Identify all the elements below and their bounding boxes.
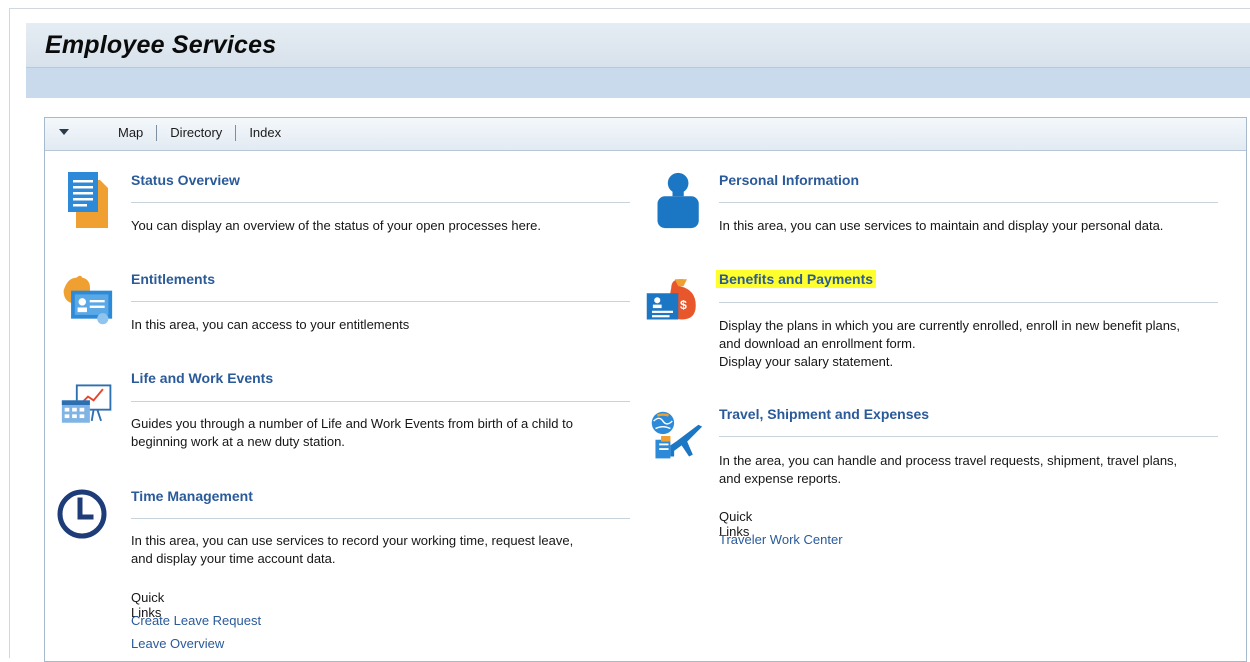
certificate-icon — [63, 275, 113, 325]
collapse-triangle-icon[interactable] — [59, 129, 69, 135]
life-work-events-description-line2: beginning work at a new duty station. — [131, 434, 345, 449]
travel-description-line2: and expense reports. — [719, 471, 842, 486]
calendar-chart-icon — [61, 384, 112, 423]
status-overview-description: You can display an overview of the statu… — [131, 218, 541, 233]
person-icon — [657, 172, 699, 229]
status-overview-link[interactable]: Status Overview — [131, 172, 240, 188]
divider — [131, 401, 630, 402]
tab-directory[interactable]: Directory — [157, 125, 237, 141]
tab-map[interactable]: Map — [118, 125, 158, 141]
clock-icon — [57, 489, 107, 539]
header-band — [26, 68, 1250, 98]
entitlements-description: In this area, you can access to your ent… — [131, 317, 410, 332]
personal-information-description: In this area, you can use services to ma… — [719, 218, 1164, 233]
services-panel: Map Directory Index — [44, 117, 1247, 662]
life-work-events-link[interactable]: Life and Work Events — [131, 370, 273, 386]
divider — [719, 202, 1218, 203]
travel-link[interactable]: Travel, Shipment and Expenses — [719, 406, 929, 422]
life-work-events-description-line1: Guides you through a number of Life and … — [131, 416, 573, 431]
benefits-payments-link[interactable]: Benefits and Payments — [716, 270, 877, 288]
create-leave-request-link[interactable]: Create Leave Request — [131, 613, 261, 628]
leave-overview-link[interactable]: Leave Overview — [131, 636, 224, 651]
time-management-description-line1: In this area, you can use services to re… — [131, 533, 574, 548]
divider — [131, 518, 630, 519]
entitlements-link[interactable]: Entitlements — [131, 271, 215, 287]
divider — [131, 301, 630, 302]
personal-information-link[interactable]: Personal Information — [719, 172, 859, 188]
view-tabs: Map Directory Index — [118, 125, 294, 141]
globe-plane-icon — [651, 411, 703, 459]
page-header: Employee Services — [26, 23, 1250, 68]
benefits-payments-description-line1: Display the plans in which you are curre… — [719, 318, 1181, 333]
money-card-icon: $ — [646, 279, 696, 320]
document-icon — [68, 172, 108, 228]
panel-toolbar: Map Directory Index — [45, 118, 1246, 151]
benefits-payments-description-line2: and download an enrollment form. — [719, 336, 916, 351]
svg-text:$: $ — [680, 298, 687, 312]
divider — [719, 436, 1218, 437]
divider — [131, 202, 630, 203]
benefits-payments-description-line3: Display your salary statement. — [719, 354, 894, 369]
tab-index[interactable]: Index — [236, 125, 294, 141]
divider — [719, 302, 1218, 303]
page-title: Employee Services — [45, 31, 277, 59]
travel-description-line1: In the area, you can handle and process … — [719, 453, 1178, 468]
time-management-link[interactable]: Time Management — [131, 488, 253, 504]
traveler-work-center-link[interactable]: Traveler Work Center — [719, 532, 843, 547]
time-management-description-line2: and display your time account data. — [131, 551, 336, 566]
